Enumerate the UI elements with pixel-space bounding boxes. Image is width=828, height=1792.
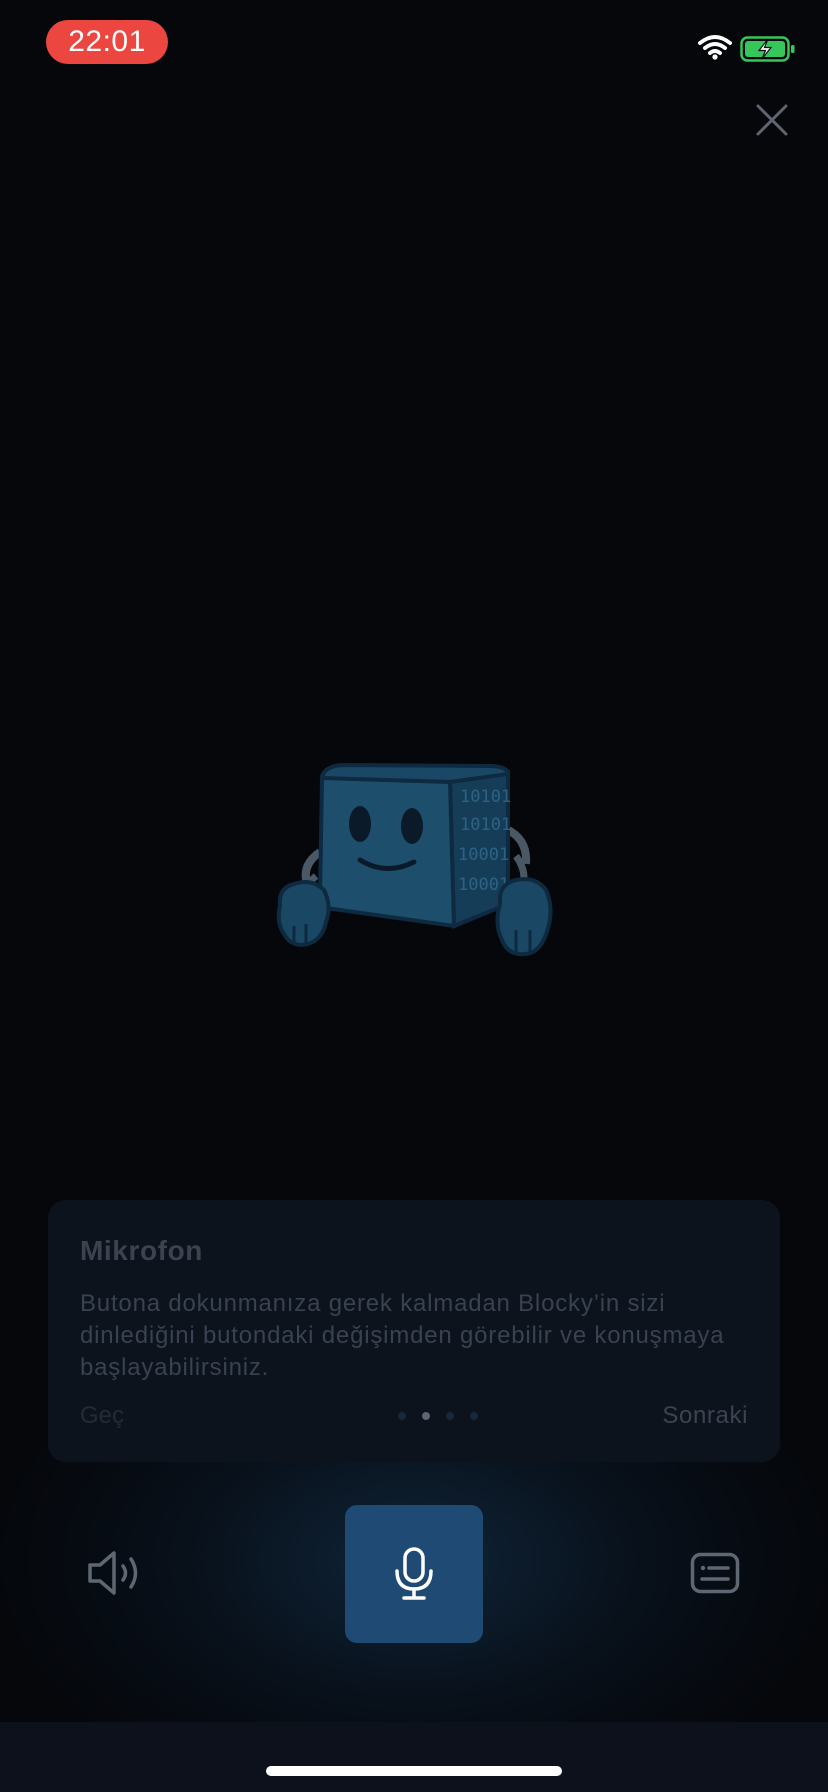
mascot-code-line: 10101 [460, 787, 511, 807]
tooltip-footer: Geç Sonraki [80, 1400, 748, 1432]
keyboard-icon[interactable] [690, 1552, 740, 1594]
step-dot [398, 1412, 406, 1420]
battery-charging-icon [740, 36, 795, 62]
step-indicator [398, 1412, 478, 1420]
skip-button[interactable]: Geç [80, 1402, 124, 1430]
onboarding-tooltip-card: Mikrofon Butona dokunmanıza gerek kalmad… [48, 1200, 780, 1462]
wifi-icon [698, 35, 732, 60]
status-time: 22:01 [46, 20, 168, 64]
tooltip-description: Butona dokunmanıza gerek kalmadan Blocky… [80, 1290, 725, 1381]
bottom-safe-area [0, 1722, 828, 1792]
microphone-icon [395, 1547, 433, 1600]
step-dot [446, 1412, 454, 1420]
close-icon[interactable] [752, 100, 792, 140]
home-indicator[interactable] [266, 1766, 562, 1776]
next-button[interactable]: Sonraki [662, 1402, 748, 1430]
step-dot-active [422, 1412, 430, 1420]
step-dot [470, 1412, 478, 1420]
speaker-icon[interactable] [86, 1548, 144, 1598]
blocky-mascot: 10101 10101 10001 10001 [276, 762, 553, 957]
tooltip-title: Mikrofon [80, 1235, 204, 1266]
microphone-button[interactable] [345, 1505, 483, 1643]
mascot-code-line: 10101 [460, 815, 511, 835]
onboarding-screen: 22:01 10101 10101 10001 10001 Mikrofon B… [0, 0, 828, 1792]
mascot-code-line: 10001 [458, 845, 509, 865]
